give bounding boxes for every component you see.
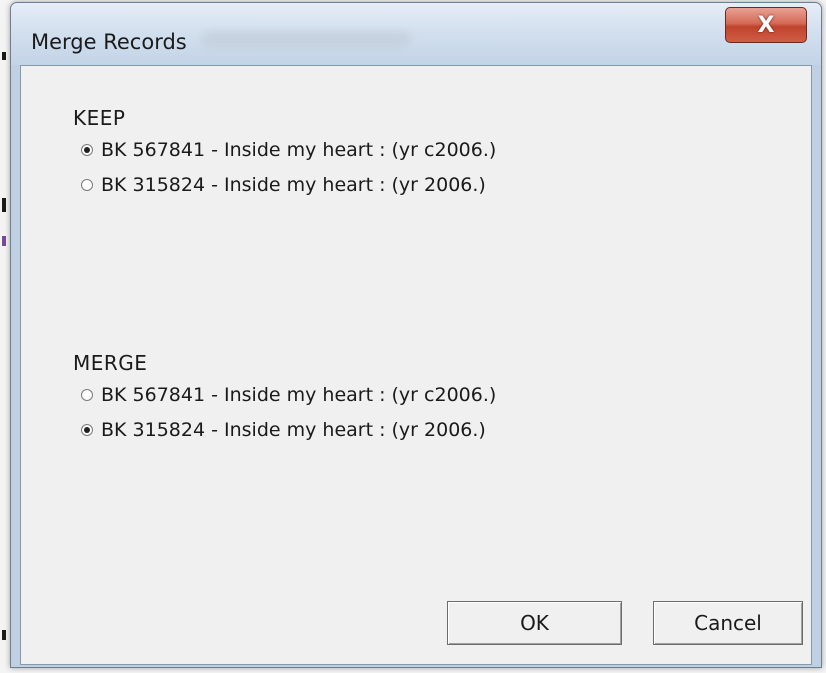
merge-option-2[interactable]: BK 315824 - Inside my heart : (yr 2006.): [81, 418, 486, 442]
keep-option-2[interactable]: BK 315824 - Inside my heart : (yr 2006.): [81, 173, 486, 197]
keep-option-2-label: BK 315824 - Inside my heart : (yr 2006.): [101, 174, 486, 196]
blurred-title-text: [201, 31, 411, 49]
radio-unchecked-icon[interactable]: [81, 389, 93, 401]
dialog-body: KEEP BK 567841 - Inside my heart : (yr c…: [20, 65, 812, 665]
close-button[interactable]: X: [725, 7, 807, 43]
merge-option-1-label: BK 567841 - Inside my heart : (yr c2006.…: [101, 384, 497, 406]
radio-unchecked-icon[interactable]: [81, 179, 93, 191]
cancel-button[interactable]: Cancel: [653, 601, 803, 645]
keep-label: KEEP: [73, 106, 126, 130]
keep-option-1-label: BK 567841 - Inside my heart : (yr c2006.…: [101, 139, 497, 161]
merge-option-2-label: BK 315824 - Inside my heart : (yr 2006.): [101, 419, 486, 441]
ok-button[interactable]: OK: [447, 601, 622, 645]
background-fragment: [2, 236, 6, 246]
radio-checked-icon[interactable]: [81, 144, 93, 156]
keep-option-1[interactable]: BK 567841 - Inside my heart : (yr c2006.…: [81, 138, 496, 162]
window-title: Merge Records: [31, 30, 187, 54]
background-fragment: [2, 630, 6, 640]
radio-checked-icon[interactable]: [81, 424, 93, 436]
background-fragment: [2, 198, 6, 212]
merge-label: MERGE: [73, 351, 148, 375]
close-icon: X: [757, 12, 775, 38]
title-bar[interactable]: Merge Records X: [11, 3, 821, 65]
background-fragment: [2, 52, 6, 60]
merge-option-1[interactable]: BK 567841 - Inside my heart : (yr c2006.…: [81, 383, 496, 407]
merge-records-dialog: Merge Records X KEEP BK 567841 - Inside …: [10, 2, 822, 668]
